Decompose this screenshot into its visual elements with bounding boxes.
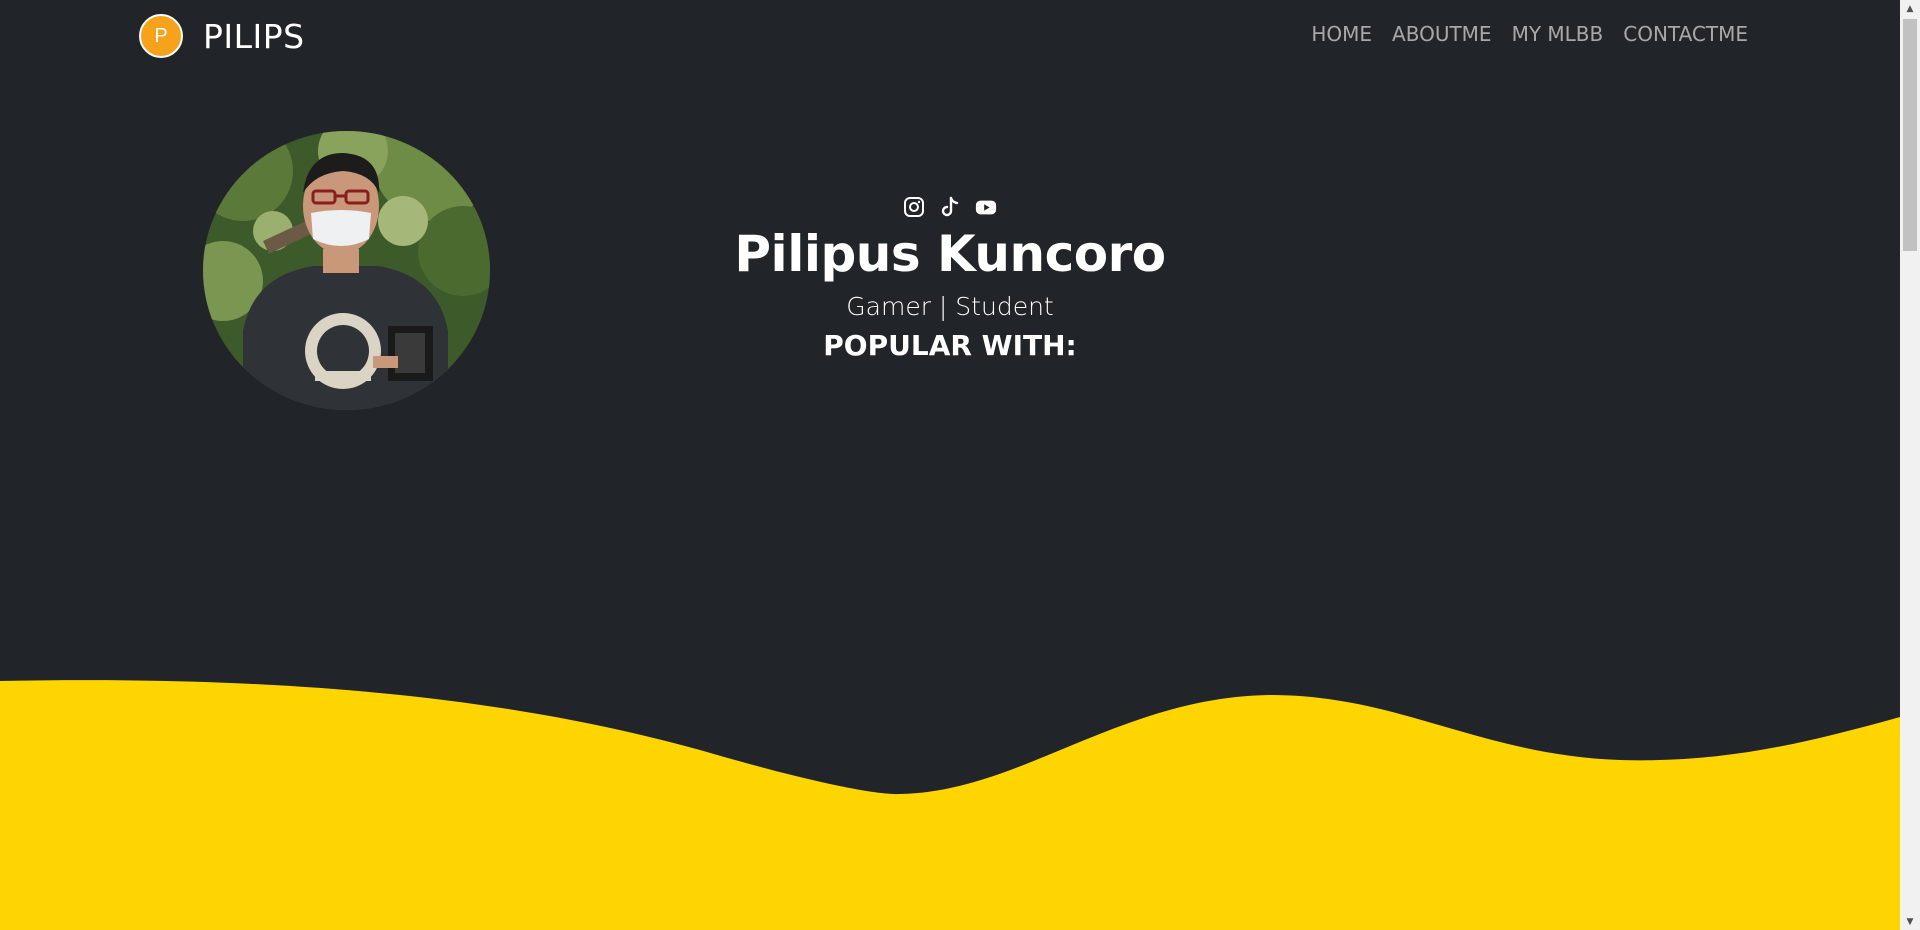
hero-name: Pilipus Kuncoro [734,225,1166,283]
page: P PILIPS HOME ABOUTME MY MLBB CONTACTME [0,0,1900,930]
popular-with-heading: POPULAR WITH: [823,329,1077,362]
tiktok-icon[interactable] [939,196,961,218]
yellow-wave [0,680,1900,930]
youtube-icon[interactable] [975,196,997,218]
hero-section: Pilipus Kuncoro Gamer | Student POPULAR … [650,190,1250,362]
profile-photo [203,131,490,410]
brand-logo: P [139,14,183,58]
nav-my-mlbb[interactable]: MY MLBB [1512,22,1604,46]
brand-name: PILIPS [203,16,305,56]
profile-photo-image [203,131,490,410]
brand-link[interactable]: P PILIPS [139,14,305,58]
nav-aboutme[interactable]: ABOUTME [1392,22,1492,46]
hero-role: Gamer | Student [846,292,1054,321]
navbar: P PILIPS HOME ABOUTME MY MLBB CONTACTME [0,0,1900,72]
scroll-thumb[interactable] [1903,19,1917,251]
nav-contactme[interactable]: CONTACTME [1623,22,1748,46]
scroll-up-arrow-icon[interactable]: ▲ [1900,0,1920,17]
social-links [650,190,1250,224]
nav-home[interactable]: HOME [1311,22,1372,46]
brand-initial: P [154,24,168,47]
scroll-down-arrow-icon[interactable]: ▼ [1900,913,1920,930]
instagram-icon[interactable] [903,196,925,218]
nav-links: HOME ABOUTME MY MLBB CONTACTME [1311,22,1748,46]
vertical-scrollbar[interactable]: ▲ ▼ [1900,0,1920,930]
